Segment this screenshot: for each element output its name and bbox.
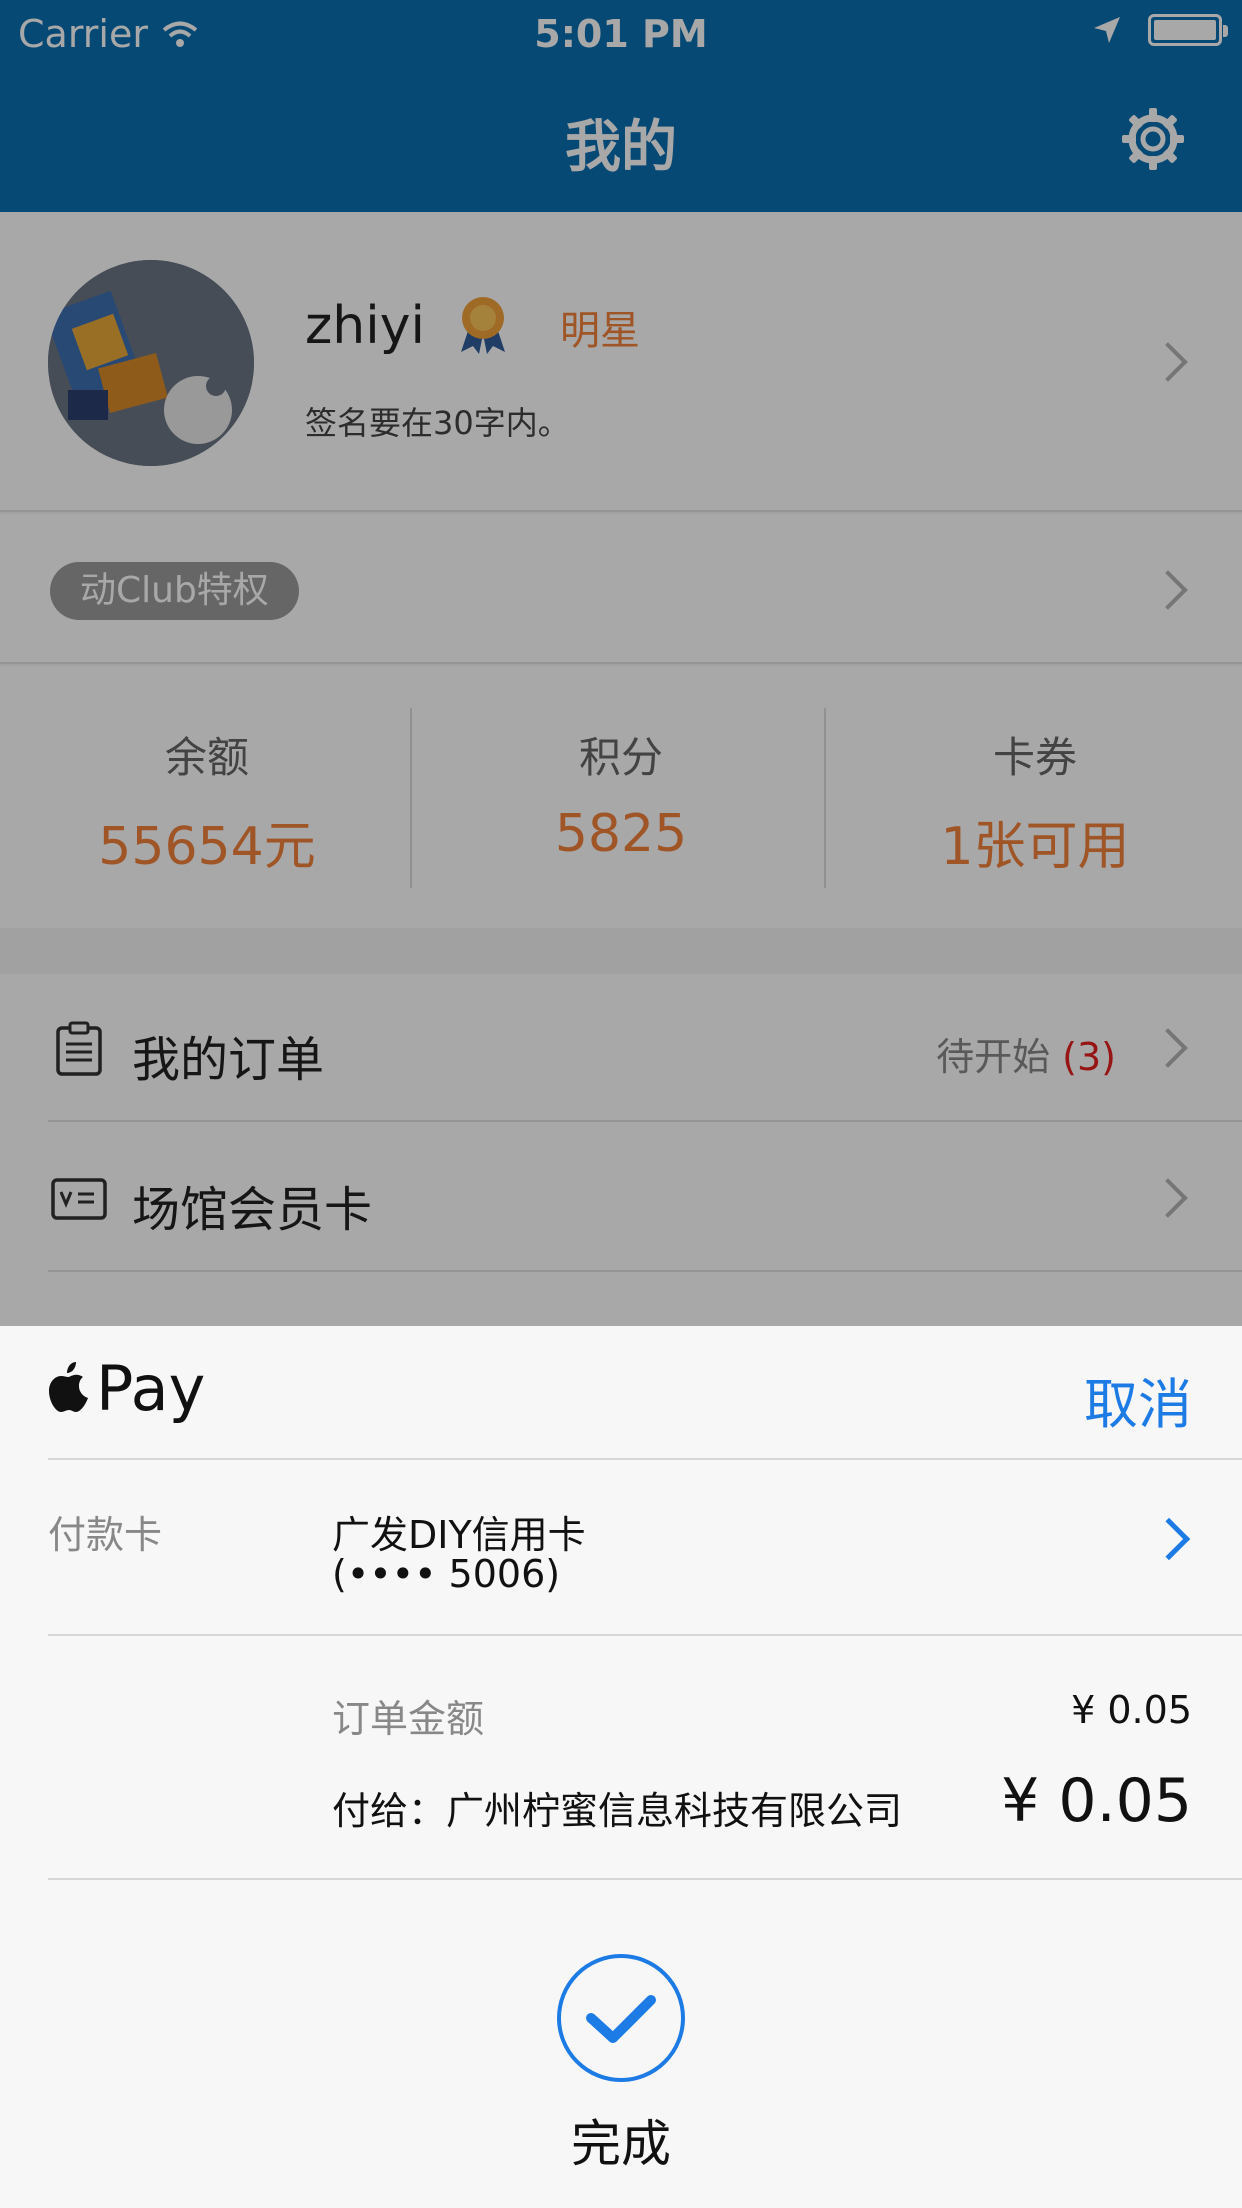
divider [48,1458,1242,1460]
card-label: 付款卡 [48,1513,163,1557]
modal-overlay[interactable] [0,0,1242,1326]
apple-logo-icon [49,1362,88,1412]
apple-pay-title: Pay [96,1352,206,1425]
card-name: 广发DIY信用卡 [332,1513,586,1557]
payee-text: 付给：广州柠蜜信息科技有限公司 [332,1789,903,1833]
apple-pay-header: Pay 取消 [0,1326,1242,1460]
apple-pay-sheet: Pay 取消 付款卡 广发DIY信用卡 (•••• 5006) 订单金额 ¥ 0… [0,1326,1242,2208]
done-indicator [557,1954,685,2082]
done-label: 完成 [571,2115,671,2173]
cancel-button[interactable]: 取消 [1084,1360,1192,1439]
chevron-right-icon[interactable] [1147,1517,1191,1561]
divider [48,1878,1242,1880]
checkmark-icon [586,1995,656,2043]
total-amount: ¥ 0.05 [1001,1766,1192,1836]
order-amount-value: ¥ 0.05 [1071,1688,1192,1732]
card-number: (•••• 5006) [332,1552,561,1596]
order-amount-label: 订单金额 [332,1697,485,1741]
divider [48,1634,1242,1636]
